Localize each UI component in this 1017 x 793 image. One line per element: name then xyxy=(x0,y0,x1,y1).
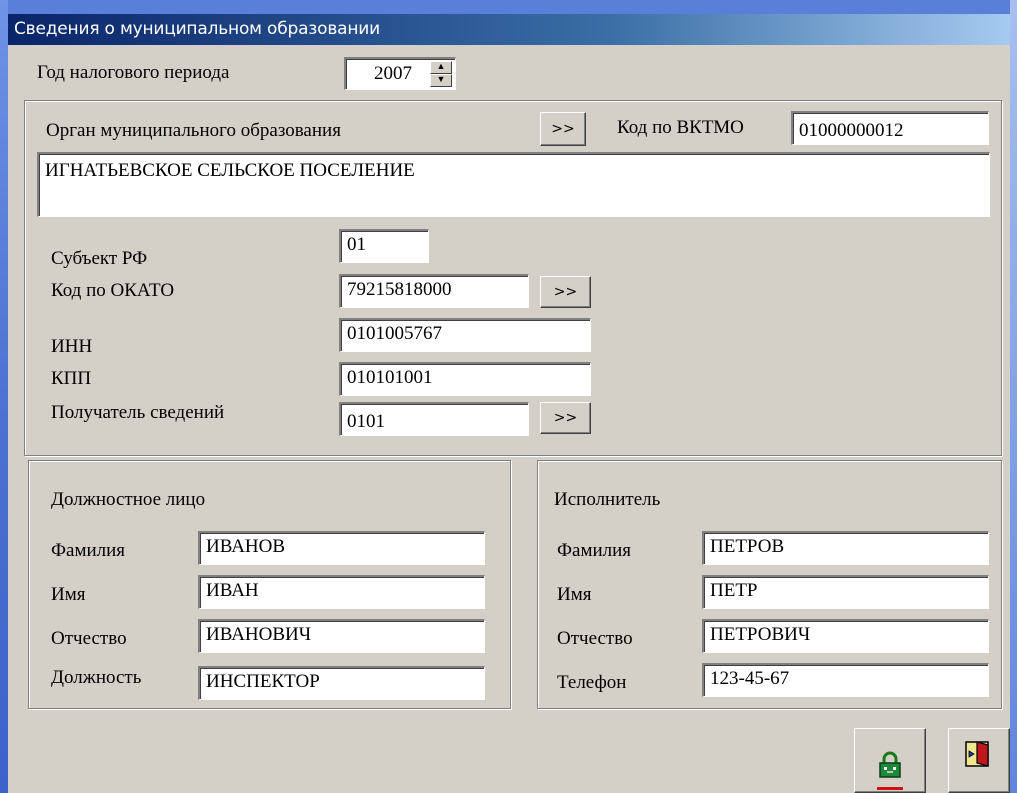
inn-label: ИНН xyxy=(51,336,93,357)
executor-name-field[interactable]: ПЕТР xyxy=(702,575,989,609)
executor-phone-label: Телефон xyxy=(557,672,627,693)
executor-surname-field[interactable]: ПЕТРОВ xyxy=(702,531,989,565)
tax-period-value: 2007 xyxy=(374,63,412,84)
spin-down-icon[interactable]: ▼ xyxy=(430,74,452,87)
okato-field[interactable]: 79215818000 xyxy=(339,274,529,308)
exit-door-icon xyxy=(965,741,989,767)
subject-field[interactable]: 01 xyxy=(339,229,429,263)
official-position-field[interactable]: ИНСПЕКТОР xyxy=(198,666,485,700)
kpp-label: КПП xyxy=(51,368,92,389)
official-name-label: Имя xyxy=(51,584,86,605)
subject-label: Субъект РФ xyxy=(51,248,148,269)
title-bar[interactable]: Сведения о муниципальном образовании xyxy=(8,14,1010,45)
tax-period-spin[interactable]: ▲ ▼ xyxy=(430,61,452,87)
org-label: Орган муниципального образования xyxy=(46,120,341,141)
recipient-label: Получатель сведений xyxy=(51,402,225,423)
save-lock-icon xyxy=(879,751,901,778)
desktop-left-edge xyxy=(0,0,8,793)
org-name-field[interactable]: ИГНАТЬЕВСКОЕ СЕЛЬСКОЕ ПОСЕЛЕНИЕ xyxy=(37,152,990,217)
save-underline xyxy=(877,787,903,790)
recipient-field[interactable]: 0101 xyxy=(339,402,529,436)
okato-browse-button[interactable]: >> xyxy=(540,276,591,308)
oktmo-field[interactable]: 01000000012 xyxy=(791,111,989,145)
official-surname-field[interactable]: ИВАНОВ xyxy=(198,531,485,565)
official-name-field[interactable]: ИВАН xyxy=(198,575,485,609)
recipient-browse-button[interactable]: >> xyxy=(540,402,591,434)
executor-surname-label: Фамилия xyxy=(557,540,632,561)
executor-name-label: Имя xyxy=(557,584,592,605)
org-browse-button[interactable]: >> xyxy=(540,112,586,146)
save-button[interactable] xyxy=(854,728,926,793)
desktop-right-edge xyxy=(1010,0,1017,793)
kpp-field[interactable]: 010101001 xyxy=(339,362,591,396)
official-title: Должностное лицо xyxy=(51,489,206,510)
inn-field[interactable]: 0101005767 xyxy=(339,318,591,352)
municipal-info-window: Сведения о муниципальном образовании Год… xyxy=(8,14,1010,793)
window-title: Сведения о муниципальном образовании xyxy=(14,19,380,39)
executor-phone-field[interactable]: 123-45-67 xyxy=(702,663,989,697)
exit-button[interactable] xyxy=(948,728,1010,793)
oktmo-label: Код по ВКТМО xyxy=(617,117,744,138)
tax-period-spinner[interactable]: 2007 ▲ ▼ xyxy=(344,57,456,90)
official-patronymic-field[interactable]: ИВАНОВИЧ xyxy=(198,619,485,653)
tax-period-label: Год налогового периода xyxy=(37,62,230,83)
spin-up-icon[interactable]: ▲ xyxy=(430,61,452,74)
executor-patronymic-field[interactable]: ПЕТРОВИЧ xyxy=(702,619,989,653)
official-surname-label: Фамилия xyxy=(51,540,126,561)
executor-patronymic-label: Отчество xyxy=(557,628,633,649)
executor-title: Исполнитель xyxy=(554,489,661,510)
official-patronymic-label: Отчество xyxy=(51,628,127,649)
official-position-label: Должность xyxy=(51,667,142,688)
okato-label: Код по ОКАТО xyxy=(51,280,175,301)
